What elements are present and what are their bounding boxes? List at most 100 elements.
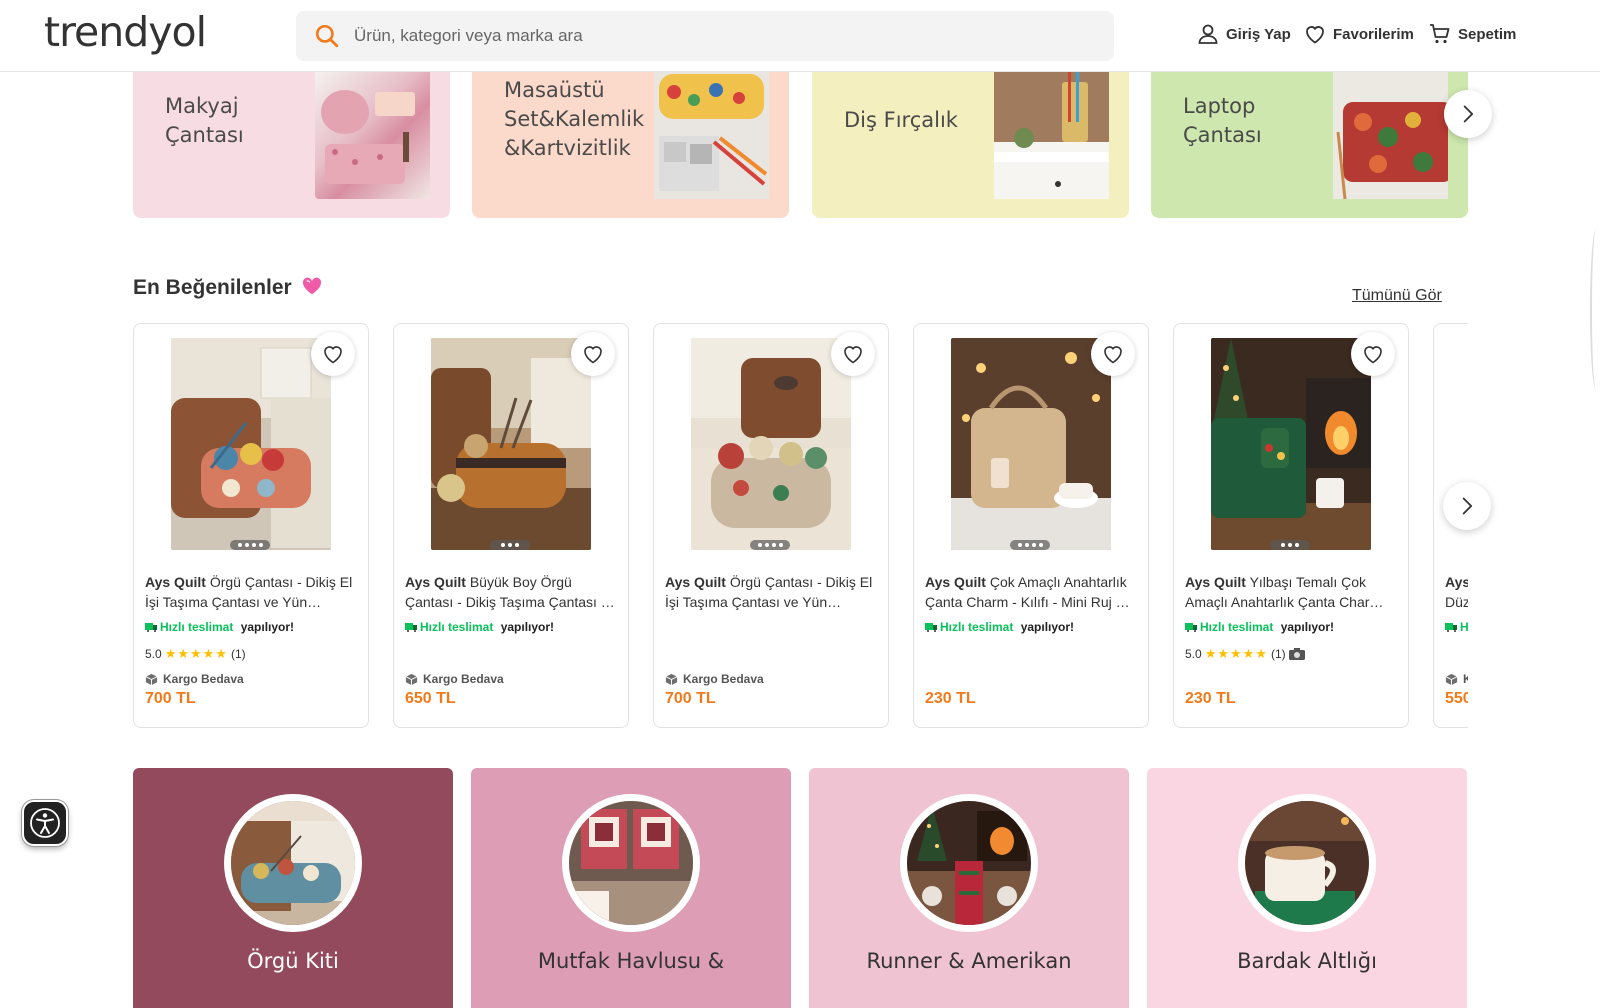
category-tile-image <box>1238 794 1376 932</box>
rating-value: 5.0 <box>1185 647 1202 661</box>
image-pagination-dots <box>490 540 530 550</box>
category-tile-image <box>900 794 1038 932</box>
product-image[interactable] <box>691 338 851 550</box>
add-to-favorites-button[interactable] <box>831 332 875 376</box>
product-card[interactable]: Ays Quilt Örgü Çantası - Dikiş El İşi Ta… <box>653 323 889 728</box>
product-price: 700 TL <box>145 690 196 707</box>
pink-heart-icon <box>302 277 321 295</box>
add-to-favorites-button[interactable] <box>1351 332 1395 376</box>
product-card[interactable]: Ays Quilt Yılbaşı Temalı Çok Amaçlı Anah… <box>1173 323 1409 728</box>
category-banner-desk-set[interactable]: Masaüstü Set&Kalemlik &Kartvizitlik <box>472 72 789 218</box>
side-panel-edge <box>1590 230 1600 390</box>
truck-icon <box>1445 622 1457 632</box>
chevron-right-icon <box>1463 105 1474 123</box>
product-name: Düz <box>1445 594 1468 610</box>
product-image[interactable] <box>1211 338 1371 550</box>
accessibility-button[interactable] <box>22 800 68 846</box>
search-icon[interactable] <box>314 23 340 49</box>
product-title[interactable]: Ays Quilt Yılbaşı Temalı Çok Amaçlı Anah… <box>1185 572 1401 612</box>
product-price: 700 TL <box>665 690 716 707</box>
category-banner-laptop-bag[interactable]: Laptop Çantası <box>1151 72 1468 218</box>
fast-delivery-rest: yapılıyor! <box>500 620 555 634</box>
heart-icon <box>1306 26 1324 44</box>
favorites-button[interactable]: Favorilerim <box>1303 22 1414 46</box>
truck-icon <box>145 622 157 632</box>
top-header: trendyol Giriş Yap Favorilerim Sepetim <box>0 0 1600 72</box>
product-card[interactable]: Ays Quilt Örgü Çantası - Dikiş El İşi Ta… <box>133 323 369 728</box>
product-carousel-next-button[interactable] <box>1443 482 1491 530</box>
fast-delivery-label: Hızlı teslimat yapılıyor! <box>405 620 554 634</box>
free-shipping-text: Kargo Bedava <box>423 672 504 686</box>
category-banner-image <box>315 72 430 199</box>
camera-icon <box>1288 648 1305 660</box>
category-banner-toothbrush-holder[interactable]: Diş Fırçalık <box>812 72 1129 218</box>
box-icon <box>1445 673 1458 685</box>
login-button[interactable]: Giriş Yap <box>1196 22 1291 46</box>
search-box[interactable] <box>296 11 1114 61</box>
box-icon <box>665 673 678 685</box>
image-pagination-dots <box>1010 540 1050 550</box>
truck-icon <box>1185 622 1197 632</box>
category-banner-makeup-bag[interactable]: Makyaj Çantası <box>133 72 450 218</box>
fast-delivery-highlight: Hızlı teslimat <box>940 620 1014 634</box>
product-title[interactable]: Ays Quilt Örgü Çantası - Dikiş El İşi Ta… <box>145 572 361 612</box>
search-input[interactable] <box>354 11 1094 61</box>
product-carousel: Ays Quilt Örgü Çantası - Dikiş El İşi Ta… <box>133 323 1468 729</box>
fast-delivery-label: H <box>1445 620 1468 634</box>
product-price: 230 TL <box>1185 690 1236 707</box>
heart-icon <box>584 346 602 364</box>
category-tile-label: Mutfak Havlusu & <box>537 949 725 973</box>
fast-delivery-rest: yapılıyor! <box>240 620 295 634</box>
free-shipping-label: K <box>1445 672 1468 686</box>
product-card[interactable]: Ays Quilt Büyük Boy Örgü Çantası - Dikiş… <box>393 323 629 728</box>
category-tile-image <box>224 794 362 932</box>
product-brand: Ays Quilt <box>145 574 206 590</box>
trendyol-logo[interactable]: trendyol <box>44 8 207 56</box>
category-tile-label: Bardak Altlığı <box>1237 949 1377 973</box>
product-title[interactable]: Ays Düz <box>1445 572 1468 612</box>
product-brand: Ays Quilt <box>1185 574 1246 590</box>
category-tile-knitting-kit[interactable]: Örgü Kiti <box>133 768 453 1008</box>
product-title[interactable]: Ays Quilt Çok Amaçlı Anahtarlık Çanta Ch… <box>925 572 1141 612</box>
accessibility-icon <box>30 808 60 838</box>
fast-delivery-highlight: Hızlı teslimat <box>1200 620 1274 634</box>
product-image[interactable] <box>951 338 1111 550</box>
add-to-favorites-button[interactable] <box>311 332 355 376</box>
truck-icon <box>405 622 417 632</box>
cart-button[interactable]: Sepetim <box>1428 22 1516 46</box>
product-image[interactable] <box>171 338 331 550</box>
section-title: En Beğenilenler <box>133 276 322 300</box>
add-to-favorites-button[interactable] <box>1091 332 1135 376</box>
product-card[interactable]: Ays Quilt Çok Amaçlı Anahtarlık Çanta Ch… <box>913 323 1149 728</box>
category-tile-coaster[interactable]: Bardak Altlığı <box>1147 768 1467 1008</box>
rating-stars: ★★★★★ <box>164 646 228 661</box>
heart-icon <box>844 346 862 364</box>
fast-delivery-highlight: H <box>1460 620 1468 634</box>
product-image[interactable] <box>431 338 591 550</box>
free-shipping-text: K <box>1463 672 1468 686</box>
image-pagination-dots <box>230 540 270 550</box>
fast-delivery-highlight: Hızlı teslimat <box>160 620 234 634</box>
free-shipping-label: Kargo Bedava <box>145 672 244 686</box>
see-all-link[interactable]: Tümünü Gör <box>1352 287 1442 305</box>
product-title[interactable]: Ays Quilt Büyük Boy Örgü Çantası - Dikiş… <box>405 572 621 612</box>
category-tile-image <box>562 794 700 932</box>
add-to-favorites-button[interactable] <box>571 332 615 376</box>
category-tile-label: Örgü Kiti <box>247 949 339 973</box>
product-brand: Ays <box>1445 574 1468 590</box>
category-tile-runner[interactable]: Runner & Amerikan <box>809 768 1129 1008</box>
product-title[interactable]: Ays Quilt Örgü Çantası - Dikiş El İşi Ta… <box>665 572 881 612</box>
free-shipping-label: Kargo Bedava <box>665 672 764 686</box>
rating-value: 5.0 <box>145 647 162 661</box>
fast-delivery-rest: yapılıyor! <box>1280 620 1335 634</box>
review-count: (1) <box>1270 647 1286 661</box>
category-banner-image <box>994 72 1109 199</box>
cart-icon <box>1430 24 1450 44</box>
fast-delivery-rest: yapılıyor! <box>1020 620 1075 634</box>
image-pagination-dots <box>1270 540 1310 550</box>
box-icon <box>145 673 158 685</box>
free-shipping-text: Kargo Bedava <box>163 672 244 686</box>
category-carousel-next-button[interactable] <box>1444 90 1492 138</box>
category-tile-kitchen-towel[interactable]: Mutfak Havlusu & <box>471 768 791 1008</box>
heart-icon <box>1364 346 1382 364</box>
